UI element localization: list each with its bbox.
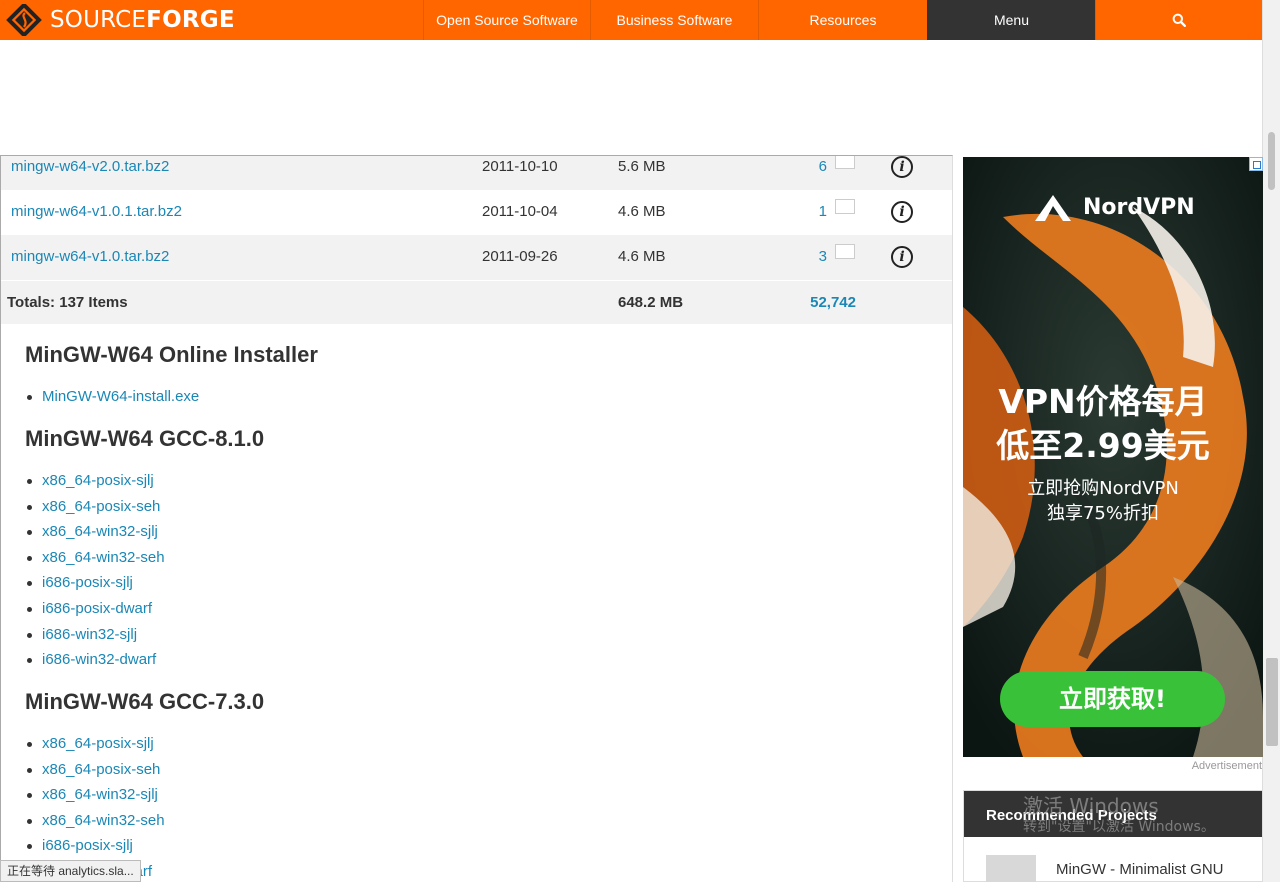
download-link[interactable]: i686-win32-sjlj (42, 626, 137, 643)
totals-downloads: 52,742 (810, 294, 856, 311)
table-row: mingw-w64-v1.0.1.tar.bz2 2011-10-04 4.6 … (1, 190, 952, 235)
section-title-gcc-810: MinGW-W64 GCC-8.1.0 (25, 426, 265, 451)
browser-status-bar: 正在等待 analytics.sla... (0, 860, 141, 882)
download-count[interactable]: 3 (801, 248, 827, 265)
sourceforge-logo[interactable]: SOURCEFORGE (6, 4, 235, 36)
download-link[interactable]: i686-posix-sjlj (42, 837, 133, 854)
files-panel: mingw-w64-v2.0.tar.bz2 2011-10-10 5.6 MB… (0, 155, 953, 882)
sourceforge-logo-icon (6, 4, 42, 36)
totals-size: 648.2 MB (618, 294, 684, 311)
section-title-online-installer: MinGW-W64 Online Installer (25, 342, 318, 367)
download-link[interactable]: x86_64-posix-seh (42, 761, 160, 778)
totals-label: Totals: 137 Items (7, 294, 128, 311)
list-item: x86_64-posix-seh (25, 760, 165, 786)
file-date: 2011-10-10 (482, 158, 558, 175)
list-item: x86_64-posix-sjlj (25, 471, 165, 497)
download-link[interactable]: x86_64-posix-sjlj (42, 735, 154, 752)
download-link[interactable]: x86_64-win32-sjlj (42, 786, 158, 803)
download-link[interactable]: i686-posix-dwarf (42, 600, 152, 617)
file-date: 2011-10-04 (482, 203, 558, 220)
section-title-gcc-730: MinGW-W64 GCC-7.3.0 (25, 689, 265, 714)
project-thumbnail[interactable] (986, 855, 1036, 882)
search-button[interactable] (1095, 0, 1262, 40)
info-icon[interactable]: i (891, 201, 913, 223)
download-link[interactable]: x86_64-win32-sjlj (42, 523, 158, 540)
nav-open-source-software[interactable]: Open Source Software (423, 0, 590, 40)
file-name-link[interactable]: mingw-w64-v1.0.1.tar.bz2 (11, 203, 182, 220)
ad-headline-2: 低至2.99美元 (996, 426, 1210, 465)
file-size: 4.6 MB (618, 248, 666, 265)
ad-brand-name: NordVPN (1083, 195, 1195, 220)
download-count[interactable]: 6 (801, 158, 827, 175)
nav-menu-button[interactable]: Menu (927, 0, 1095, 40)
download-link[interactable]: i686-win32-dwarf (42, 651, 156, 668)
download-link[interactable]: x86_64-win32-seh (42, 549, 165, 566)
list-item: x86_64-win32-seh (25, 811, 165, 837)
download-link[interactable]: i686-posix-sjlj (42, 574, 133, 591)
download-link[interactable]: x86_64-posix-sjlj (42, 472, 154, 489)
logo-wordmark: SOURCEFORGE (50, 7, 235, 33)
file-size: 5.6 MB (618, 158, 666, 175)
page-scrollbar[interactable] (1262, 0, 1280, 882)
ad-subline-2: 独享75%折扣 (1046, 503, 1159, 524)
scrollbar-thumb-secondary[interactable] (1266, 658, 1278, 746)
search-icon (1172, 13, 1186, 27)
nordvpn-ad-banner[interactable]: NordVPN VPN价格每月 低至2.99美元 立即抢购NordVPN 独享7… (963, 157, 1263, 757)
nordvpn-logo-icon (1035, 195, 1071, 221)
nav-business-software[interactable]: Business Software (590, 0, 758, 40)
table-row: mingw-w64-v2.0.tar.bz2 2011-10-10 5.6 MB… (1, 156, 952, 190)
file-date: 2011-09-26 (482, 248, 558, 265)
file-name-link[interactable]: mingw-w64-v1.0.tar.bz2 (11, 248, 169, 265)
list-item: x86_64-win32-sjlj (25, 522, 165, 548)
download-sparkline-box (835, 244, 855, 259)
file-size: 4.6 MB (618, 203, 666, 220)
ad-headline-1: VPN价格每月 (998, 382, 1208, 421)
list-item: x86_64-posix-seh (25, 497, 165, 523)
download-count[interactable]: 1 (801, 203, 827, 220)
table-row: mingw-w64-v1.0.tar.bz2 2011-09-26 4.6 MB… (1, 235, 952, 280)
windows-activation-hint: 转到"设置"以激活 Windows。 (1023, 819, 1215, 835)
info-icon[interactable]: i (891, 246, 913, 268)
list-item: i686-win32-sjlj (25, 625, 165, 651)
list-item: i686-posix-dwarf (25, 599, 165, 625)
adchoices-icon[interactable] (1249, 157, 1263, 171)
recommended-project-link[interactable]: MinGW - Minimalist GNU (1056, 861, 1224, 878)
list-item: x86_64-win32-sjlj (25, 785, 165, 811)
list-item: MinGW-W64-install.exe (25, 387, 199, 413)
online-installer-links: MinGW-W64-install.exe (25, 387, 199, 413)
windows-activation-watermark: 激活 Windows (1023, 794, 1159, 818)
totals-row: Totals: 137 Items 648.2 MB 52,742 (1, 281, 952, 324)
gcc-810-links: x86_64-posix-sjlj x86_64-posix-seh x86_6… (25, 471, 165, 676)
top-nav-bar: SOURCEFORGE Open Source Software Busines… (0, 0, 1262, 40)
download-sparkline-box (835, 156, 855, 169)
ad-subline-1: 立即抢购NordVPN (1027, 478, 1179, 499)
advertisement-label: Advertisement (1191, 760, 1262, 772)
file-name-link[interactable]: mingw-w64-v2.0.tar.bz2 (11, 158, 169, 175)
download-link[interactable]: x86_64-posix-seh (42, 498, 160, 515)
list-item: x86_64-win32-seh (25, 548, 165, 574)
list-item: i686-posix-sjlj (25, 836, 165, 862)
scrollbar-thumb[interactable] (1268, 132, 1275, 190)
download-link[interactable]: MinGW-W64-install.exe (42, 388, 199, 405)
nav-resources[interactable]: Resources (758, 0, 927, 40)
list-item: x86_64-posix-sjlj (25, 734, 165, 760)
info-icon[interactable]: i (891, 156, 913, 178)
ad-cta-button[interactable]: 立即获取! (1000, 671, 1225, 727)
download-sparkline-box (835, 199, 855, 214)
list-item: i686-win32-dwarf (25, 650, 165, 676)
list-item: i686-posix-sjlj (25, 573, 165, 599)
download-link[interactable]: x86_64-win32-seh (42, 812, 165, 829)
